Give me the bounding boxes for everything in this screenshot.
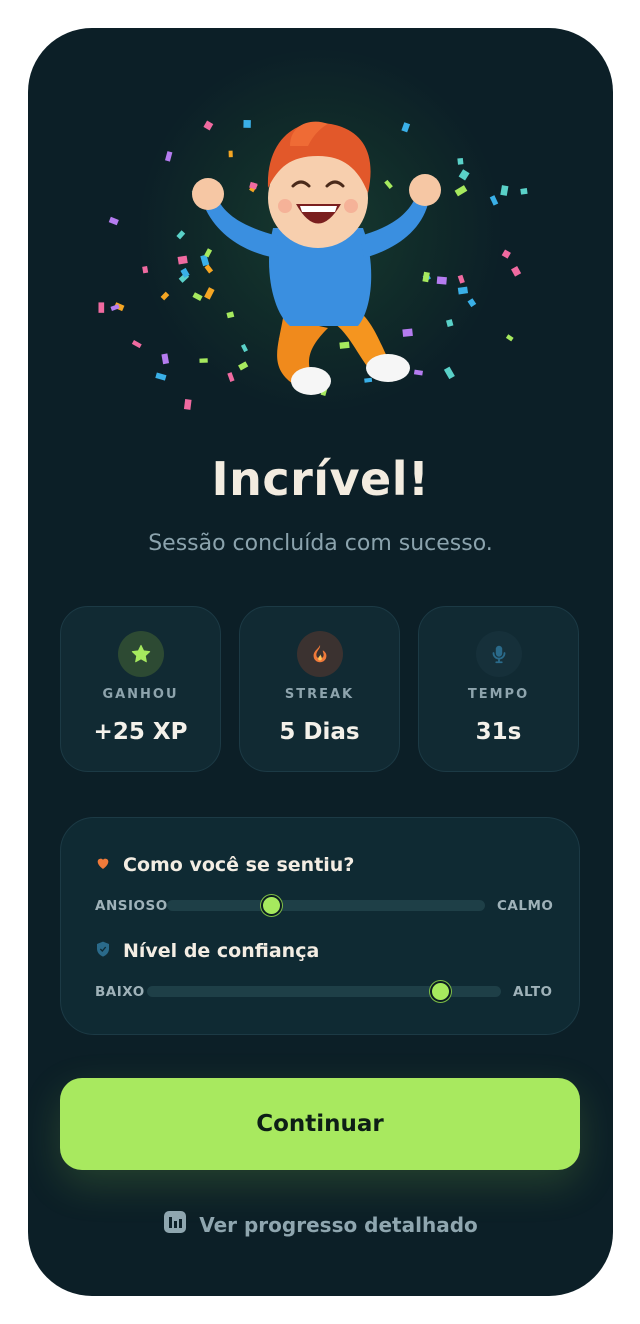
stat-label: STREAK <box>284 687 355 702</box>
stat-card-streak: STREAK 5 Dias <box>239 606 400 772</box>
stat-card-xp: GANHOU +25 XP <box>60 606 221 772</box>
page-subtitle: Sessão concluída com sucesso. <box>148 531 493 556</box>
hero-illustration <box>98 119 528 410</box>
flame-icon <box>297 631 343 677</box>
stat-value: 5 Dias <box>279 719 360 745</box>
mood-card: Como você se sentiu? ANSIOSO CALMO Nível… <box>60 817 580 1035</box>
confidence-min-label: BAIXO <box>95 984 145 1000</box>
feeling-slider[interactable] <box>167 895 485 916</box>
confidence-slider-thumb[interactable] <box>429 981 451 1002</box>
feeling-question-text: Como você se sentiu? <box>123 854 355 876</box>
confidence-question-text: Nível de confiança <box>123 940 320 962</box>
feeling-max-label: CALMO <box>497 898 554 914</box>
stat-card-time: TEMPO 31s <box>418 606 579 772</box>
confidence-question: Nível de confiança <box>95 940 319 962</box>
stat-value: +25 XP <box>93 719 188 745</box>
progress-link[interactable]: Ver progresso detalhado <box>28 1210 613 1239</box>
confidence-slider[interactable] <box>147 981 501 1002</box>
page-title: Incrível! <box>211 452 430 506</box>
app-screen: Incrível! Sessão concluída com sucesso. … <box>28 28 613 1296</box>
stat-label: GANHOU <box>102 687 179 702</box>
confidence-max-label: ALTO <box>513 984 553 1000</box>
feeling-question: Como você se sentiu? <box>95 854 354 876</box>
feeling-min-label: ANSIOSO <box>95 898 168 914</box>
feeling-slider-thumb[interactable] <box>260 895 282 916</box>
progress-link-label: Ver progresso detalhado <box>199 1212 478 1237</box>
stat-label: TEMPO <box>467 687 530 702</box>
continue-button[interactable]: Continuar <box>60 1078 580 1170</box>
bar-chart-icon <box>163 1210 187 1239</box>
microphone-icon <box>476 631 522 677</box>
star-icon <box>118 631 164 677</box>
shield-icon <box>95 940 111 962</box>
heart-icon <box>95 855 111 875</box>
stat-value: 31s <box>475 719 522 745</box>
